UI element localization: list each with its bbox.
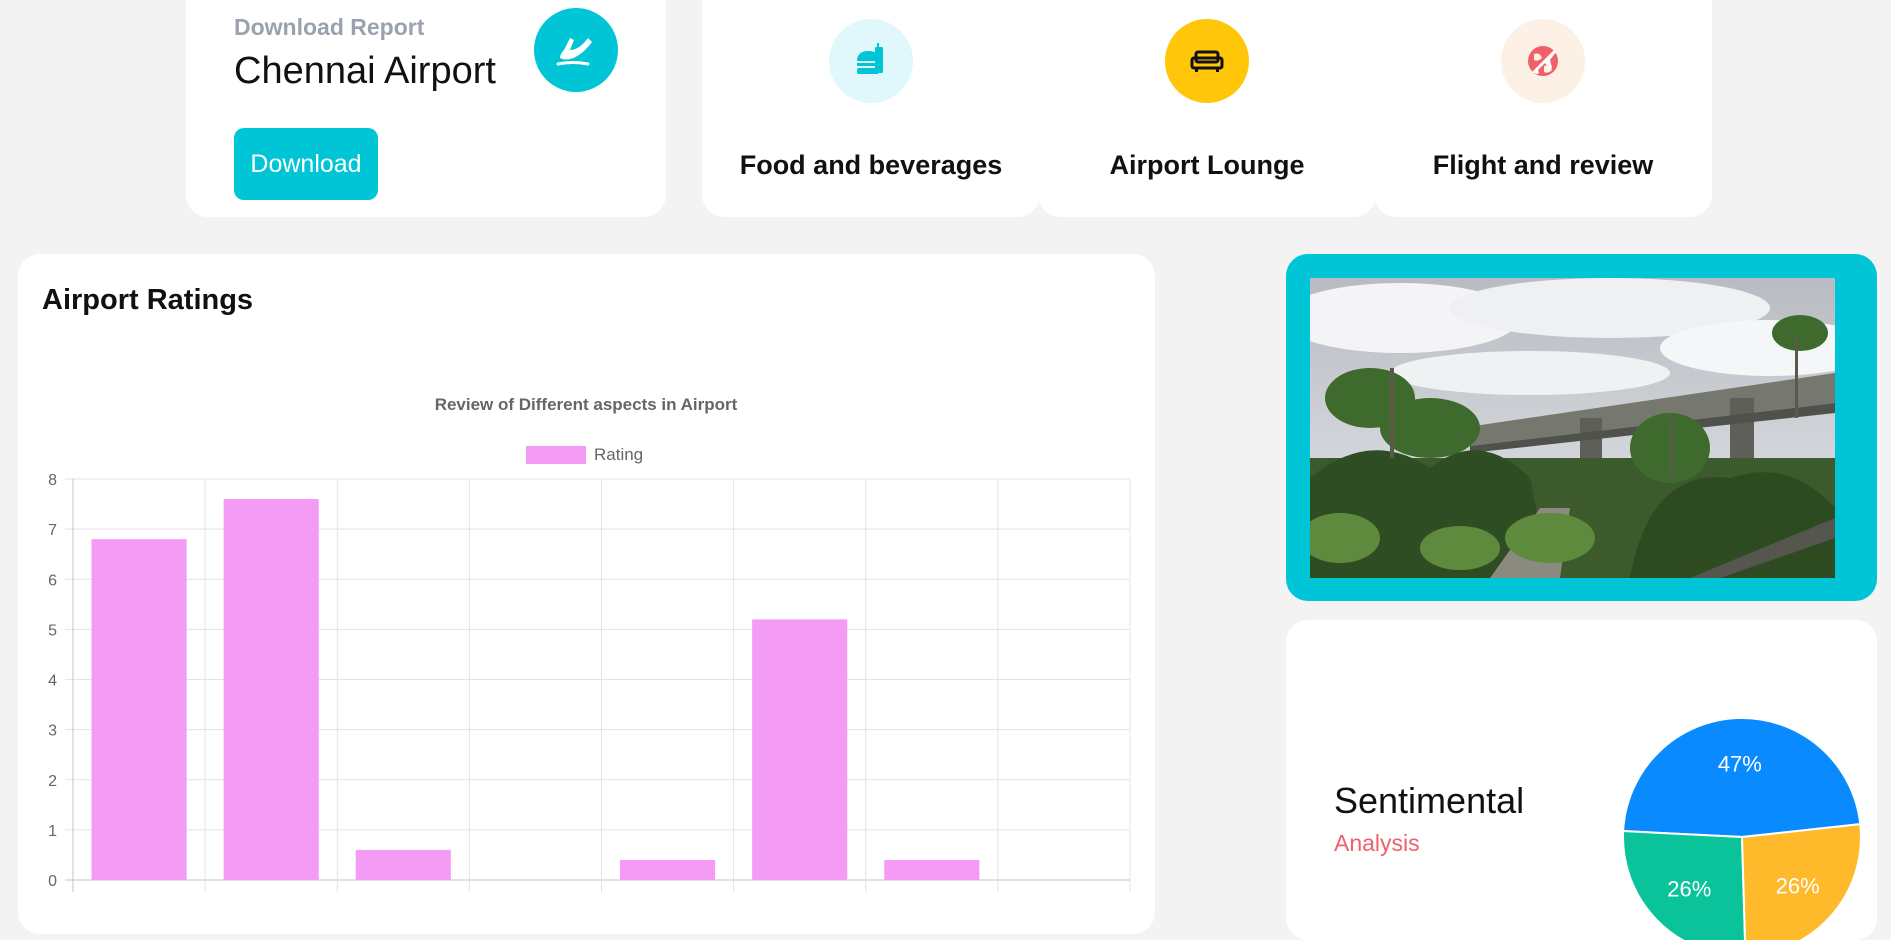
rating-bar[interactable] <box>752 619 848 880</box>
couch-icon <box>1165 19 1249 103</box>
pie-slice-label: 47% <box>1718 751 1762 776</box>
pie-slice-label: 26% <box>1776 873 1820 898</box>
download-button[interactable]: Download <box>234 128 378 200</box>
y-tick-label: 6 <box>48 572 57 589</box>
fast-food-icon <box>829 19 913 103</box>
airport-name: Chennai Airport <box>234 50 496 92</box>
legend-swatch <box>526 446 586 464</box>
food-and-beverages-card[interactable]: Food and beverages <box>702 0 1040 217</box>
rating-bar[interactable] <box>223 499 319 880</box>
y-tick-label: 4 <box>48 673 57 690</box>
airport-lounge-card[interactable]: Airport Lounge <box>1038 0 1376 217</box>
y-tick-label: 8 <box>48 472 57 489</box>
ratings-bar-chart: 0 1 2 3 4 5 6 7 8 Review of Different aspects in… <box>48 395 1131 892</box>
airport-photo-card <box>1286 254 1877 601</box>
download-report-card: Download Report Chennai Airport Download <box>186 0 666 217</box>
y-tick-label: 3 <box>48 723 57 740</box>
pie-slice-label: 26% <box>1667 877 1711 902</box>
flight-and-review-card[interactable]: Flight and review <box>1374 0 1712 217</box>
rating-bar[interactable] <box>91 539 187 880</box>
rating-bar[interactable] <box>884 859 980 880</box>
sentiment-analysis-card: Sentimental Analysis 47% 26% 26% <box>1286 620 1877 940</box>
flight-and-review-label: Flight and review <box>1432 150 1654 180</box>
download-report-subtitle: Download Report <box>234 14 425 40</box>
y-tick-label: 2 <box>48 773 57 790</box>
plane-takeoff-icon <box>534 8 618 92</box>
chart-title: Review of Different aspects in Airport <box>435 395 738 414</box>
legend-label[interactable]: Rating <box>594 445 643 464</box>
y-tick-label: 7 <box>48 522 57 539</box>
food-and-beverages-label: Food and beverages <box>739 150 1003 180</box>
y-tick-label: 0 <box>48 873 57 890</box>
globe-plane-icon <box>1501 19 1585 103</box>
pie-slice[interactable] <box>1622 717 1862 839</box>
y-tick-label: 5 <box>48 622 57 639</box>
y-tick-label: 1 <box>48 823 57 840</box>
airport-photo <box>1310 278 1835 578</box>
rating-bar[interactable] <box>619 859 716 880</box>
airport-lounge-label: Airport Lounge <box>1109 150 1305 180</box>
sentiment-pie-chart: 47% 26% 26% <box>1622 717 1862 940</box>
rating-bar[interactable] <box>355 849 451 880</box>
airport-ratings-card: Airport Ratings 012345678 Review of Diff… <box>18 254 1155 934</box>
